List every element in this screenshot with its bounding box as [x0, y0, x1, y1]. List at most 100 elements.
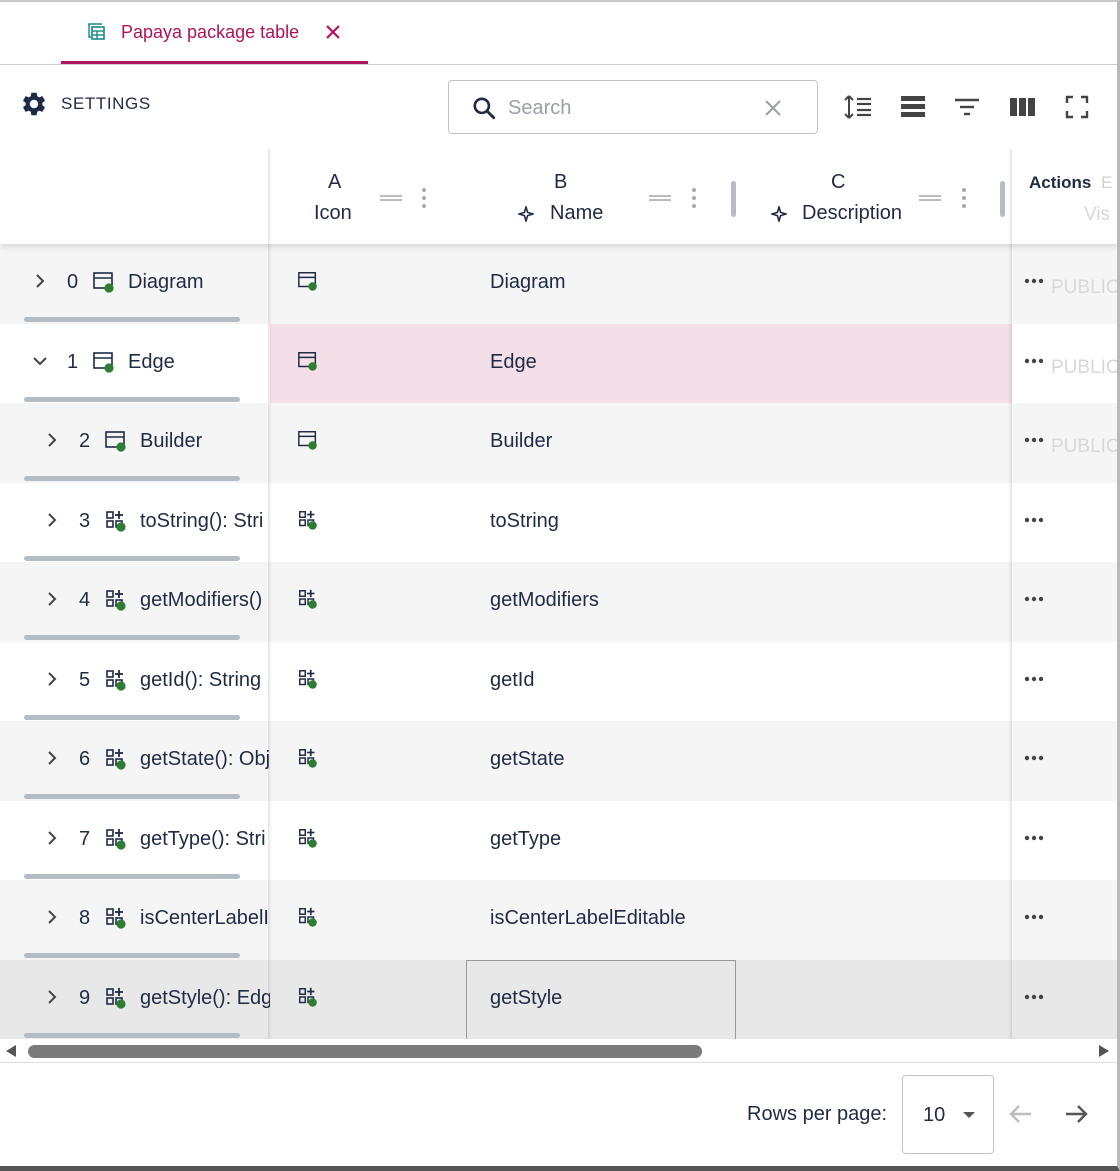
columns-icon[interactable] [1007, 92, 1037, 122]
column-menu-icon[interactable] [691, 187, 697, 209]
horizontal-scrollbar[interactable] [0, 1039, 1117, 1063]
more-actions-icon[interactable] [1023, 350, 1045, 372]
tree-cell[interactable]: 2 Builder [0, 403, 270, 483]
column-resize-handle[interactable] [731, 181, 736, 217]
line-height-icon[interactable] [843, 92, 873, 122]
name-cell: getState [490, 748, 565, 770]
column-menu-icon[interactable] [421, 187, 427, 209]
row-index: 8 [79, 907, 91, 929]
row-scroll-indicator [24, 555, 240, 561]
tree-cell[interactable]: 7 getType(): Stri [0, 801, 270, 881]
actions-cell [1012, 880, 1117, 960]
pagination-footer: Rows per page: 10 [0, 1064, 1117, 1166]
table-row[interactable]: 3 toString(): Stri toString [0, 482, 1117, 563]
chevron-right-icon[interactable] [43, 829, 61, 847]
chevron-down-icon [963, 1112, 975, 1118]
chevron-right-icon[interactable] [31, 272, 49, 290]
class-icon [298, 351, 317, 371]
table-header: A Icon B Name C Description Actions E Vi… [0, 149, 1117, 244]
chevron-right-icon[interactable] [43, 988, 61, 1006]
tab-papaya-package-table[interactable]: Papaya package table [61, 2, 368, 64]
name-cell: getModifiers [490, 589, 599, 611]
table-row[interactable]: 9 getStyle(): Edg getStyle [0, 959, 1117, 1040]
tree-cell[interactable]: 9 getStyle(): Edg [0, 960, 270, 1040]
tree-cell[interactable]: 4 getModifiers() [0, 562, 270, 642]
scroll-left-arrow-icon[interactable] [6, 1045, 16, 1057]
more-actions-icon[interactable] [1023, 270, 1045, 292]
more-actions-icon[interactable] [1023, 827, 1045, 849]
table-row[interactable]: 0 Diagram Diagram PUBLIC [0, 244, 1117, 324]
table-row[interactable]: 1 Edge Edge PUBLIC [0, 323, 1117, 404]
table-row[interactable]: 2 Builder Builder PUBLIC [0, 403, 1117, 483]
method-icon [106, 908, 126, 929]
scroll-right-arrow-icon[interactable] [1099, 1045, 1109, 1057]
rows-per-page-select[interactable]: 10 [902, 1075, 994, 1154]
tree-cell[interactable]: 8 isCenterLabelI [0, 880, 270, 960]
chevron-right-icon[interactable] [43, 749, 61, 767]
tree-cell[interactable]: 6 getState(): Obj [0, 721, 270, 801]
more-actions-icon[interactable] [1023, 747, 1045, 769]
data-cells[interactable]: getId [270, 642, 1012, 722]
more-actions-icon[interactable] [1023, 668, 1045, 690]
column-header-icon[interactable]: A Icon [270, 149, 430, 244]
method-icon [106, 669, 126, 691]
chevron-right-icon[interactable] [43, 511, 61, 529]
data-cells[interactable]: Builder [270, 403, 1012, 483]
data-cells[interactable]: getModifiers [270, 562, 1012, 642]
method-icon [299, 669, 317, 689]
data-cells[interactable]: Edge [270, 323, 1012, 404]
chevron-down-icon[interactable] [31, 352, 49, 370]
tree-cell[interactable]: 1 Edge [0, 324, 270, 404]
column-resize-handle[interactable] [1000, 181, 1005, 217]
tree-cell[interactable]: 0 Diagram [0, 244, 270, 324]
app-window: Papaya package table SETTINGS Search A I… [0, 0, 1120, 1171]
actions-cell [1012, 562, 1117, 642]
more-actions-icon[interactable] [1023, 429, 1045, 451]
drag-handle-icon[interactable] [380, 195, 402, 201]
data-cells[interactable]: Diagram [270, 244, 1012, 324]
more-actions-icon[interactable] [1023, 509, 1045, 531]
column-header-description[interactable]: C Description [738, 149, 1008, 244]
search-input[interactable] [506, 93, 746, 123]
drag-handle-icon[interactable] [649, 195, 671, 201]
table-row[interactable]: 8 isCenterLabelI isCenterLabelEditable [0, 880, 1117, 960]
close-icon[interactable] [323, 22, 343, 42]
table-row[interactable]: 6 getState(): Obj getState [0, 721, 1117, 801]
column-header-name[interactable]: B Name [430, 149, 730, 244]
row-index: 2 [79, 430, 91, 452]
column-header-actions: Actions E Vis [1012, 149, 1117, 244]
data-cells[interactable]: getState [270, 721, 1012, 801]
data-cells[interactable]: getType [270, 801, 1012, 881]
method-icon [299, 589, 317, 609]
data-cells[interactable]: toString [270, 483, 1012, 563]
drag-handle-icon[interactable] [919, 195, 941, 201]
column-menu-icon[interactable] [961, 187, 967, 209]
more-actions-icon[interactable] [1023, 588, 1045, 610]
tree-label: Builder [140, 430, 203, 452]
tree-cell[interactable]: 5 getId(): String [0, 642, 270, 722]
data-cells[interactable]: getStyle [270, 959, 1012, 1039]
density-icon[interactable] [898, 92, 928, 122]
filter-icon[interactable] [952, 92, 982, 122]
table-row[interactable]: 4 getModifiers() getModifiers [0, 562, 1117, 642]
chevron-right-icon[interactable] [43, 431, 61, 449]
previous-page-icon[interactable] [1007, 1100, 1035, 1128]
tree-cell[interactable]: 3 toString(): Stri [0, 483, 270, 563]
chevron-right-icon[interactable] [43, 670, 61, 688]
more-actions-icon[interactable] [1023, 906, 1045, 928]
chevron-right-icon[interactable] [43, 908, 61, 926]
row-index: 7 [79, 827, 91, 850]
table-row[interactable]: 7 getType(): Stri getType [0, 800, 1117, 881]
fullscreen-icon[interactable] [1062, 92, 1092, 122]
row-index: 9 [79, 986, 91, 1009]
clear-search-icon[interactable] [761, 96, 785, 120]
chevron-right-icon[interactable] [43, 590, 61, 608]
table-row[interactable]: 5 getId(): String getId [0, 641, 1117, 722]
data-cells[interactable]: isCenterLabelEditable [270, 880, 1012, 960]
scrollbar-thumb[interactable] [28, 1045, 702, 1058]
actions-cell [1012, 721, 1117, 801]
next-page-icon[interactable] [1062, 1100, 1090, 1128]
more-actions-icon[interactable] [1023, 986, 1045, 1008]
settings-button[interactable]: SETTINGS [20, 89, 151, 119]
tree-label: isCenterLabelI [140, 907, 269, 929]
